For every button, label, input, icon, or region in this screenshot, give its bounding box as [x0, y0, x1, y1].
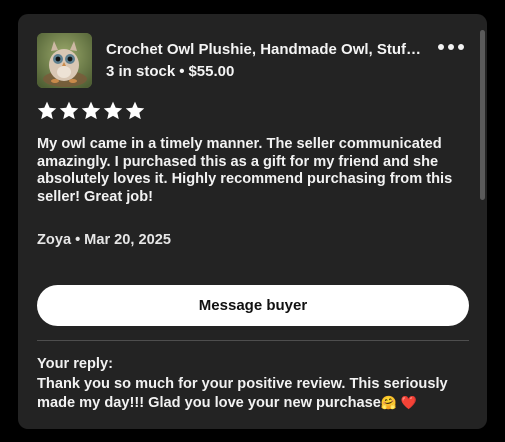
star-icon [59, 101, 79, 120]
star-icon [37, 101, 57, 120]
divider [37, 340, 469, 341]
review-card: Crochet Owl Plushie, Handmade Owl, Stuff… [18, 14, 487, 429]
more-options-button[interactable] [434, 35, 468, 59]
message-buyer-button[interactable]: Message buyer [37, 285, 469, 326]
more-horizontal-icon [438, 44, 464, 50]
review-byline: Zoya • Mar 20, 2025 [37, 232, 171, 248]
review-text: My owl came in a timely manner. The sell… [37, 136, 453, 205]
listing-price: $55.00 [188, 63, 235, 80]
listing-header: Crochet Owl Plushie, Handmade Owl, Stuff… [37, 33, 468, 89]
review-date: Mar 20, 2025 [84, 232, 171, 248]
reply-emojis: 🤗 ❤️ [380, 394, 417, 410]
separator-dot: • [75, 232, 81, 248]
listing-thumbnail[interactable] [37, 33, 92, 88]
listing-stock-price: 3 in stock • $55.00 [106, 63, 234, 80]
listing-title[interactable]: Crochet Owl Plushie, Handmade Owl, Stuff… [106, 41, 422, 58]
review-author: Zoya [37, 232, 72, 248]
star-icon [103, 101, 123, 120]
scrollbar[interactable] [480, 30, 485, 200]
stock-count: 3 in stock [106, 63, 176, 80]
reply-label: Your reply: [37, 356, 113, 372]
star-rating [37, 101, 145, 120]
star-icon [81, 101, 101, 120]
separator-dot: • [179, 63, 185, 80]
reply-text: Thank you so much for your positive revi… [37, 376, 472, 412]
owl-plushie-photo [37, 33, 92, 88]
star-icon [125, 101, 145, 120]
